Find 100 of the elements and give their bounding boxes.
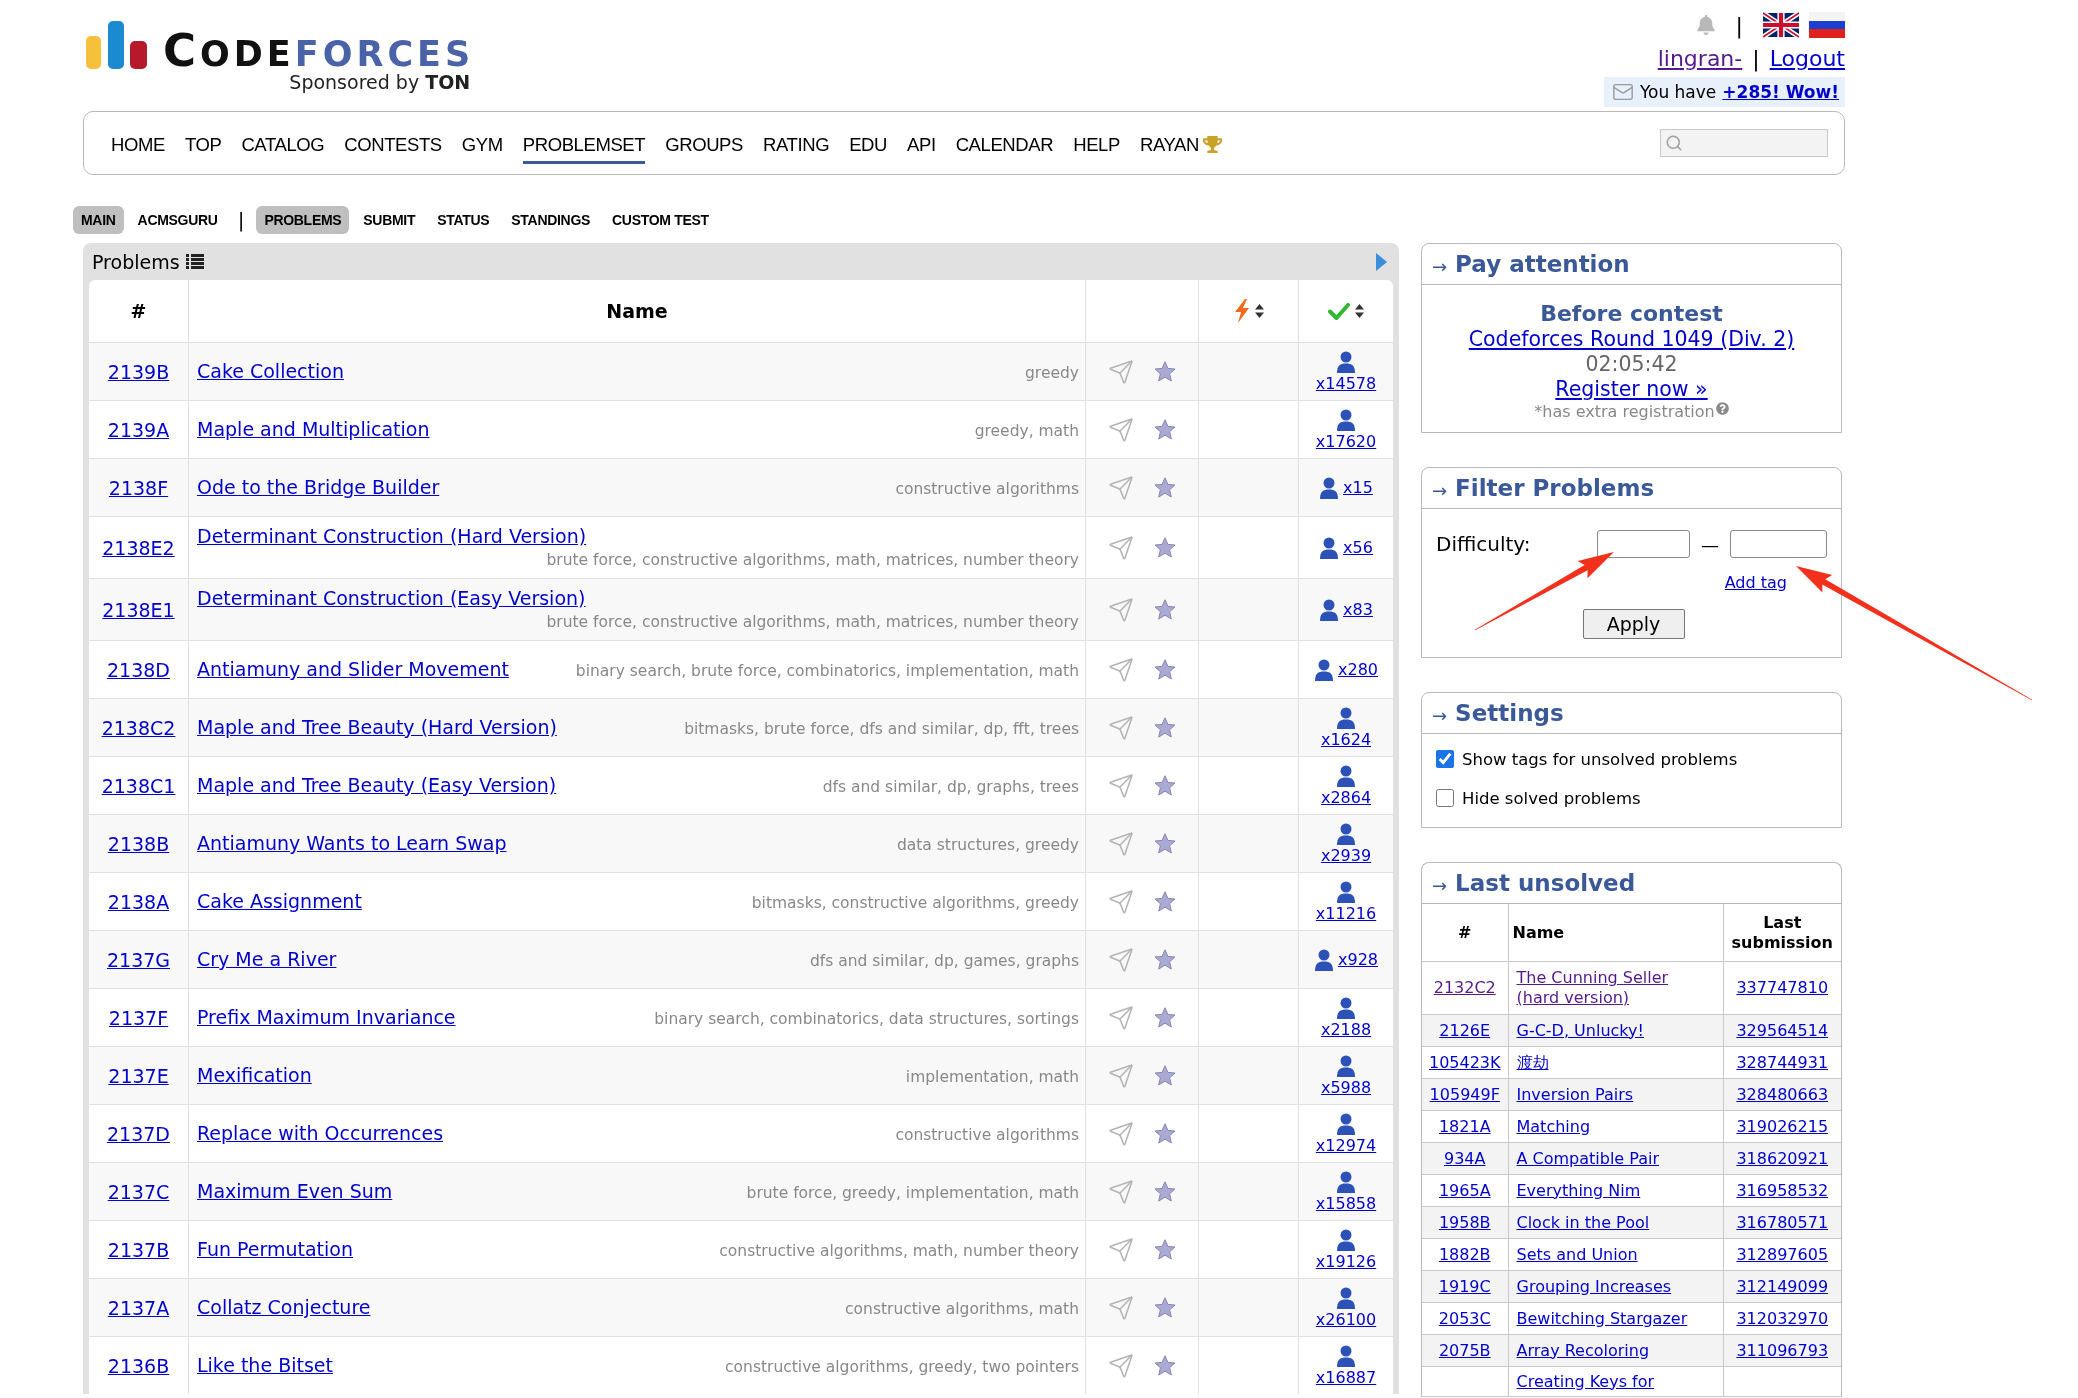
problem-id-link[interactable]: 2139A — [107, 418, 170, 441]
paper-plane-icon[interactable] — [1108, 946, 1134, 973]
logout-link[interactable]: Logout — [1769, 44, 1845, 74]
menu-item[interactable]: RAYAN — [1139, 122, 1222, 164]
menu-item[interactable]: GROUPS — [665, 122, 743, 164]
problem-name-link[interactable]: Cake Collection — [197, 359, 344, 384]
paper-plane-icon[interactable] — [1108, 358, 1134, 385]
solved-count-link[interactable]: x83 — [1343, 600, 1373, 619]
contest-link[interactable]: Codeforces Round 1049 (Div. 2) — [1468, 327, 1795, 352]
paper-plane-icon[interactable] — [1108, 772, 1134, 799]
search-field[interactable] — [1660, 129, 1828, 157]
menu-item[interactable]: PROBLEMSET — [522, 122, 646, 164]
problem-id-link[interactable]: 2137C — [107, 1180, 170, 1203]
problem-name-link[interactable]: Determinant Construction (Hard Version) — [197, 524, 587, 549]
solved-count-link[interactable]: x16887 — [1315, 1367, 1377, 1387]
menu-item[interactable]: TOP — [184, 122, 222, 164]
paper-plane-icon[interactable] — [1108, 1004, 1134, 1031]
submenu-item[interactable]: CUSTOM TEST — [604, 206, 717, 234]
sort-arrows-icon[interactable] — [1254, 304, 1264, 318]
paper-plane-icon[interactable] — [1108, 1062, 1134, 1089]
paper-plane-icon[interactable] — [1108, 714, 1134, 741]
solved-count-link[interactable]: x280 — [1338, 660, 1378, 679]
solved-count-link[interactable]: x2864 — [1320, 787, 1372, 807]
star-icon[interactable] — [1154, 537, 1176, 558]
star-icon[interactable] — [1154, 477, 1176, 498]
submenu-item[interactable]: STATUS — [429, 206, 498, 234]
problem-id-link[interactable]: 2137D — [107, 1122, 170, 1145]
star-icon[interactable] — [1154, 1123, 1176, 1144]
menu-item[interactable]: RATING — [763, 122, 830, 164]
star-icon[interactable] — [1154, 1297, 1176, 1318]
problem-name-link[interactable]: 渡劫 — [1512, 1052, 1549, 1073]
submenu-item[interactable]: SUBMIT — [355, 206, 424, 234]
solved-count-link[interactable]: x2939 — [1320, 845, 1372, 865]
problem-name-link[interactable]: Replace with Occurrences — [197, 1121, 444, 1146]
star-icon[interactable] — [1154, 717, 1176, 738]
star-icon[interactable] — [1154, 833, 1176, 854]
menu-item[interactable]: HOME — [111, 122, 165, 164]
sort-arrows-icon[interactable] — [1355, 304, 1364, 318]
problem-id-link[interactable]: 2138B — [107, 832, 170, 855]
solved-count-link[interactable]: x2188 — [1320, 1019, 1372, 1039]
problem-id-link[interactable]: 2138F — [108, 476, 169, 499]
solved-count-link[interactable]: x17620 — [1315, 431, 1377, 451]
star-icon[interactable] — [1154, 361, 1176, 382]
paper-plane-icon[interactable] — [1108, 1120, 1134, 1147]
apply-button[interactable]: Apply — [1582, 609, 1685, 639]
problem-id-link[interactable]: 2138C1 — [101, 774, 176, 797]
register-link[interactable]: Register now » — [1555, 377, 1708, 402]
solved-count-link[interactable]: x12974 — [1315, 1135, 1377, 1155]
problem-name-link[interactable]: Antiamuny and Slider Movement — [197, 657, 509, 682]
checkbox[interactable] — [1436, 750, 1454, 768]
menu-item[interactable]: GYM — [461, 122, 503, 164]
star-icon[interactable] — [1154, 659, 1176, 680]
problem-id-link[interactable]: 2136B — [107, 1354, 170, 1377]
paper-plane-icon[interactable] — [1108, 1236, 1134, 1263]
solved-count-link[interactable]: x56 — [1343, 538, 1373, 557]
problem-id-link[interactable]: 2137E — [108, 1064, 169, 1087]
menu-item[interactable]: EDU — [849, 122, 887, 164]
submenu-item[interactable]: PROBLEMS — [256, 206, 350, 234]
help-icon[interactable] — [1715, 402, 1729, 415]
solved-count-link[interactable]: x19126 — [1315, 1251, 1377, 1271]
star-icon[interactable] — [1154, 419, 1176, 440]
problem-name-link[interactable]: Ode to the Bridge Builder — [197, 475, 440, 500]
solved-count-link[interactable]: x14578 — [1315, 373, 1377, 393]
problem-id-link[interactable]: 2138E2 — [102, 536, 175, 559]
menu-item[interactable]: CALENDAR — [955, 122, 1054, 164]
paper-plane-icon[interactable] — [1108, 416, 1134, 443]
star-icon[interactable] — [1154, 1355, 1176, 1376]
problem-name-link[interactable]: Maple and Tree Beauty (Hard Version) — [197, 715, 557, 740]
list-icon[interactable] — [185, 254, 204, 269]
solved-count-link[interactable]: x15 — [1343, 478, 1373, 497]
problem-id-link[interactable]: 2138D — [107, 658, 170, 681]
problem-id-link[interactable]: 2138E1 — [102, 598, 175, 621]
problem-name-link[interactable]: Like the Bitset — [197, 1353, 333, 1378]
problem-id-link[interactable]: 2137B — [107, 1238, 170, 1261]
problem-name-link[interactable]: Determinant Construction (Easy Version) — [197, 586, 586, 611]
menu-item[interactable]: CATALOG — [241, 122, 325, 164]
problem-name-link[interactable]: Maximum Even Sum — [197, 1179, 393, 1204]
problem-name-link[interactable]: Prefix Maximum Invariance — [197, 1005, 456, 1030]
submenu-item[interactable]: MAIN — [73, 206, 124, 234]
star-icon[interactable] — [1154, 1181, 1176, 1202]
menu-item[interactable]: CONTESTS — [344, 122, 442, 164]
problem-name-link[interactable]: Collatz Conjecture — [197, 1295, 371, 1320]
problem-id-link[interactable]: 2137F — [108, 1006, 169, 1029]
problem-name-link[interactable]: Maple and Tree Beauty (Easy Version) — [197, 773, 557, 798]
russian-flag-icon[interactable] — [1809, 12, 1845, 38]
problem-name-link[interactable]: Mexification — [197, 1063, 312, 1088]
menu-item[interactable]: HELP — [1073, 122, 1120, 164]
problem-name-link[interactable]: Cake Assignment — [197, 889, 362, 914]
star-icon[interactable] — [1154, 1239, 1176, 1260]
checkbox[interactable] — [1436, 789, 1454, 807]
problem-name-link[interactable]: Fun Permutation — [197, 1237, 353, 1262]
star-icon[interactable] — [1154, 1065, 1176, 1086]
star-icon[interactable] — [1154, 599, 1176, 620]
problem-id-link[interactable]: 2138A — [107, 890, 170, 913]
paper-plane-icon[interactable] — [1108, 1352, 1134, 1379]
paper-plane-icon[interactable] — [1108, 474, 1134, 501]
paper-plane-icon[interactable] — [1108, 534, 1134, 561]
add-tag-link[interactable]: Add tag — [1724, 573, 1787, 593]
menu-item[interactable]: API — [907, 122, 936, 164]
solved-count-link[interactable]: x26100 — [1315, 1309, 1377, 1329]
